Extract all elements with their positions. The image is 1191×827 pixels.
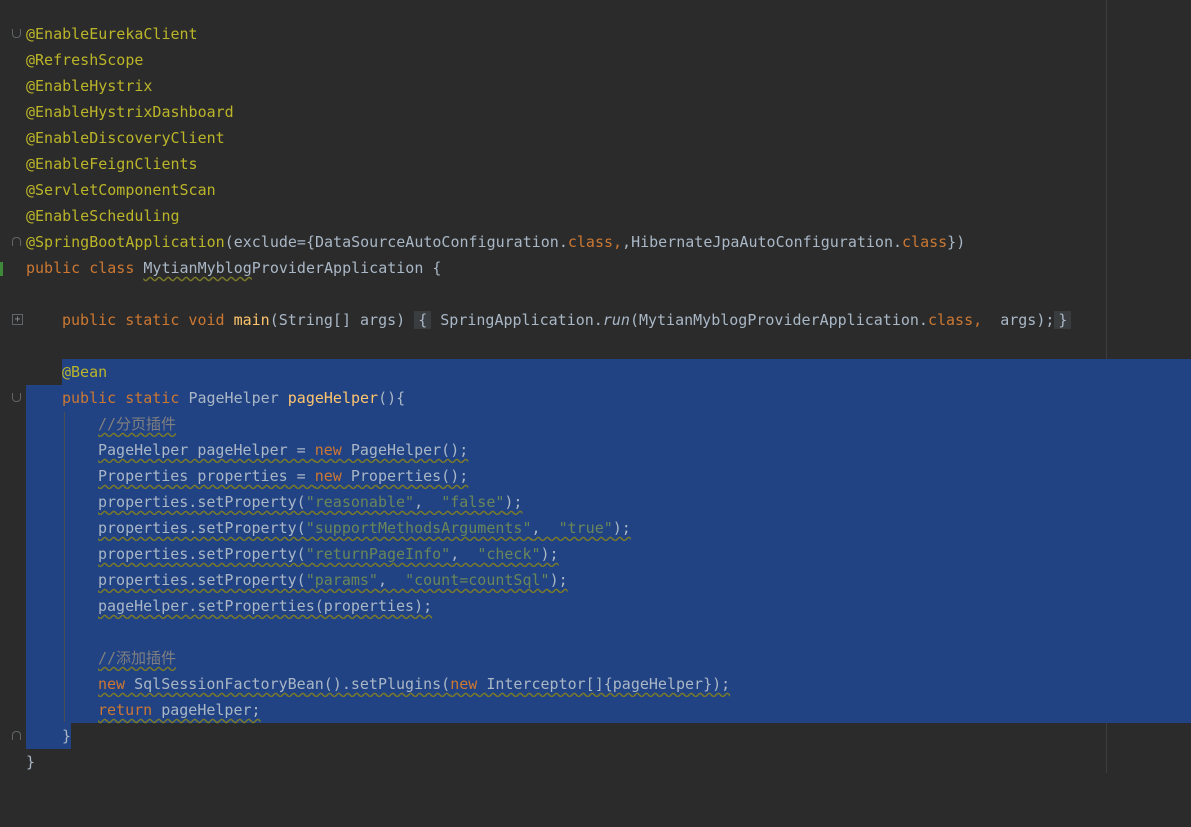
code-line[interactable]: public static PageHelper pageHelper(){ xyxy=(0,385,1191,411)
annotation-text: @RefreshScope xyxy=(26,51,144,69)
code-text: return pageHelper; xyxy=(98,701,261,719)
code-text: PageHelper pageHelper = new PageHelper()… xyxy=(98,441,469,459)
annotation-text: @EnableHystrix xyxy=(26,77,153,95)
code-line[interactable]: @EnableHystrixDashboard xyxy=(0,99,1191,125)
code-line[interactable]: //分页插件 xyxy=(0,411,1191,437)
annotation-text: @EnableEurekaClient xyxy=(26,25,198,43)
code-line[interactable]: properties.setProperty("reasonable", "fa… xyxy=(0,489,1191,515)
code-line[interactable]: } xyxy=(0,749,1191,775)
code-text: properties.setProperty("reasonable", "fa… xyxy=(98,493,523,511)
code-text: @SpringBootApplication(exclude={DataSour… xyxy=(26,233,966,251)
closing-brace: } xyxy=(62,727,72,745)
code-line[interactable]: public static void main(String[] args) {… xyxy=(0,307,1191,333)
code-line[interactable]: @RefreshScope xyxy=(0,47,1191,73)
bean-annotation: @Bean xyxy=(62,363,108,381)
folded-brace: { xyxy=(414,311,432,329)
code-editor[interactable]: + @EnableEurekaClient @RefreshScope @Ena… xyxy=(0,0,1191,773)
code-line[interactable]: PageHelper pageHelper = new PageHelper()… xyxy=(0,437,1191,463)
annotation-text: @EnableFeignClients xyxy=(26,155,198,173)
closing-brace: } xyxy=(26,753,36,771)
folded-brace: } xyxy=(1054,311,1072,329)
code-line[interactable]: @ServletComponentScan xyxy=(0,177,1191,203)
code-text: new SqlSessionFactoryBean().setPlugins(n… xyxy=(98,675,731,693)
code-text: properties.setProperty("supportMethodsAr… xyxy=(98,519,631,537)
code-line[interactable]: return pageHelper; xyxy=(0,697,1191,723)
code-line[interactable]: properties.setProperty("returnPageInfo",… xyxy=(0,541,1191,567)
code-text: public static PageHelper pageHelper(){ xyxy=(62,389,406,407)
code-line[interactable]: @SpringBootApplication(exclude={DataSour… xyxy=(0,229,1191,255)
code-text: properties.setProperty("params", "count=… xyxy=(98,571,568,589)
code-line[interactable]: } xyxy=(0,723,1191,749)
annotation-text: @EnableDiscoveryClient xyxy=(26,129,225,147)
code-line[interactable]: Properties properties = new Properties()… xyxy=(0,463,1191,489)
code-line[interactable]: @EnableEurekaClient xyxy=(0,21,1191,47)
code-line[interactable]: properties.setProperty("params", "count=… xyxy=(0,567,1191,593)
annotation-text: @EnableHystrixDashboard xyxy=(26,103,234,121)
comment-text: //添加插件 xyxy=(98,649,177,667)
annotation-text: @ServletComponentScan xyxy=(26,181,216,199)
code-line[interactable]: @EnableFeignClients xyxy=(0,151,1191,177)
comment-text: //分页插件 xyxy=(98,415,177,433)
code-line[interactable]: pageHelper.setProperties(properties); xyxy=(0,593,1191,619)
code-line[interactable]: @EnableScheduling xyxy=(0,203,1191,229)
code-line[interactable]: @EnableDiscoveryClient xyxy=(0,125,1191,151)
code-line[interactable]: //添加插件 xyxy=(0,645,1191,671)
code-line[interactable]: properties.setProperty("supportMethodsAr… xyxy=(0,515,1191,541)
code-text: public class MytianMyblogProviderApplica… xyxy=(26,259,442,277)
code-text: public static void main(String[] args) {… xyxy=(62,307,1072,333)
indent-guide xyxy=(64,412,65,722)
code-line[interactable]: public class MytianMyblogProviderApplica… xyxy=(0,255,1191,281)
code-line[interactable]: new SqlSessionFactoryBean().setPlugins(n… xyxy=(0,671,1191,697)
code-line[interactable]: @EnableHystrix xyxy=(0,73,1191,99)
code-text: properties.setProperty("returnPageInfo",… xyxy=(98,545,559,563)
annotation-text: @EnableScheduling xyxy=(26,207,180,225)
code-line[interactable]: @Bean xyxy=(0,359,1191,385)
code-text: pageHelper.setProperties(properties); xyxy=(98,597,433,615)
code-line[interactable] xyxy=(0,619,1191,645)
code-text: Properties properties = new Properties()… xyxy=(98,467,469,485)
